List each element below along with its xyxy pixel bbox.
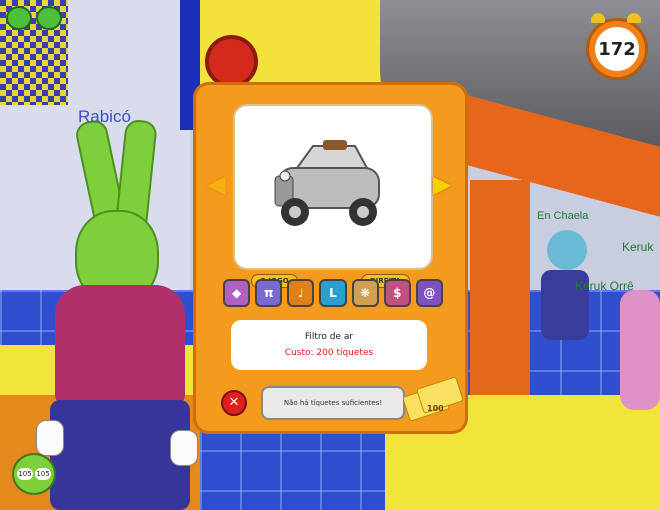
toon-head	[547, 230, 587, 270]
timer: 172	[586, 13, 648, 80]
other-toon-far[interactable]	[620, 290, 660, 410]
category-tabs: ◆ π ♩ L ❋ $ @	[223, 279, 443, 307]
item-name: Filtro de ar	[304, 332, 354, 342]
item-preview: O JOGO DIREITA	[233, 104, 433, 288]
tickets-icon	[402, 376, 465, 422]
laff-max: 105	[35, 468, 51, 480]
item-info: Filtro de ar Custo: 200 tíquetes	[231, 320, 427, 370]
gem-icon[interactable]: ◆	[223, 279, 251, 307]
shirt	[55, 285, 185, 405]
skirt	[50, 400, 190, 510]
shop-panel: ◀ O JOGO DIREITA ▶ ◆ π ♩ L ❋ $ @ Filtro …	[193, 82, 468, 434]
close-button[interactable]: ✕	[221, 390, 247, 416]
item-cost: Custo: 200 tíquetes	[284, 348, 374, 358]
stand	[470, 180, 530, 400]
friends-button[interactable]	[6, 6, 32, 30]
swirl-icon[interactable]: @	[415, 279, 443, 307]
gear-decoration	[205, 35, 258, 88]
next-arrow-icon[interactable]: ▶	[433, 170, 451, 198]
player-nametag[interactable]: Rabicó	[78, 107, 131, 127]
laff-current: 105	[17, 468, 33, 480]
toon-nametag[interactable]: Keruk Orrê	[575, 279, 634, 293]
glove	[170, 430, 198, 466]
ticket-count: 100	[427, 404, 444, 413]
prev-arrow-icon[interactable]: ◀	[207, 170, 225, 198]
pi-icon[interactable]: π	[255, 279, 283, 307]
horn-icon[interactable]: ♩	[287, 279, 315, 307]
laff-meter: 105 105	[12, 453, 56, 495]
other-toon[interactable]	[535, 230, 595, 360]
timer-value: 172	[595, 27, 639, 71]
car-icon	[274, 140, 380, 226]
wheel-icon[interactable]: ❋	[351, 279, 379, 307]
player-avatar	[36, 117, 210, 510]
chat-button[interactable]	[36, 6, 62, 30]
purchase-status[interactable]: Não há tíquetes suficientes!	[261, 386, 405, 420]
toon-nametag[interactable]: Keruk	[622, 240, 653, 254]
toon-nametag[interactable]: En Chaela	[537, 210, 588, 222]
bell-icon	[591, 13, 605, 23]
bell-icon	[627, 13, 641, 23]
dollar-icon[interactable]: $	[383, 279, 411, 307]
glove	[36, 420, 64, 456]
boot-icon[interactable]: L	[319, 279, 347, 307]
